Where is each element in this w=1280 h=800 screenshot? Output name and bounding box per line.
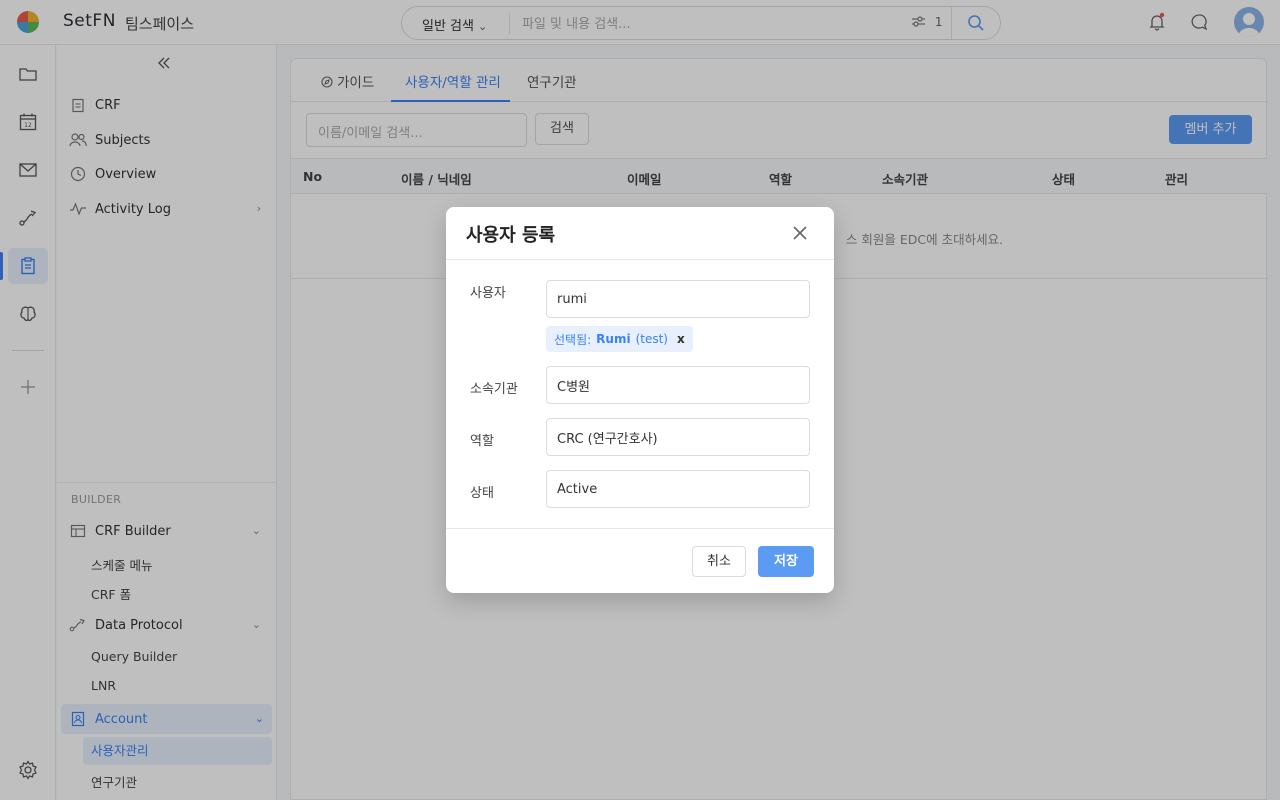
- status-field-label: 상태: [470, 486, 494, 501]
- modal-title: 사용자 등록: [466, 225, 556, 246]
- org-field-label: 소속기관: [470, 382, 518, 397]
- chip-user-suffix: (test): [635, 332, 668, 346]
- user-register-modal: 사용자 등록 사용자 선택됨: Rumi (test) x 소속기관 역할 상태…: [446, 207, 834, 593]
- save-button[interactable]: 저장: [758, 546, 814, 577]
- role-field-label: 역할: [470, 434, 494, 449]
- chip-user-name: Rumi: [596, 332, 631, 346]
- role-input[interactable]: [546, 418, 810, 456]
- cancel-button[interactable]: 취소: [692, 546, 746, 577]
- divider: [446, 259, 834, 260]
- user-input[interactable]: [546, 280, 810, 318]
- divider: [446, 528, 834, 529]
- chip-remove-button[interactable]: x: [677, 332, 685, 346]
- chip-prefix: 선택됨:: [554, 332, 592, 347]
- org-input[interactable]: [546, 366, 810, 404]
- close-icon[interactable]: [790, 223, 810, 243]
- status-input[interactable]: [546, 470, 810, 508]
- selected-user-chip: 선택됨: Rumi (test) x: [546, 326, 693, 352]
- user-field-label: 사용자: [470, 286, 506, 301]
